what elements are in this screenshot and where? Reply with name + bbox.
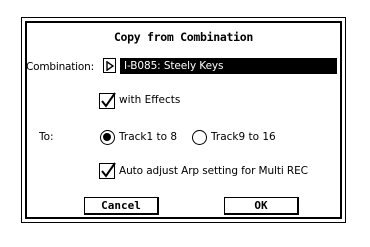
to-label: To: bbox=[39, 131, 54, 143]
radio-selected-dot bbox=[103, 133, 111, 141]
track1-to-8-radio[interactable] bbox=[100, 130, 115, 145]
dialog-title: Copy from Combination bbox=[113, 30, 254, 44]
auto-adjust-arp-checkbox[interactable] bbox=[99, 162, 116, 179]
with-effects-label[interactable]: with Effects bbox=[119, 94, 180, 106]
cancel-button[interactable]: Cancel bbox=[84, 197, 159, 215]
right-triangle-icon bbox=[106, 61, 114, 71]
combination-select-button[interactable] bbox=[103, 58, 116, 73]
dialog-frame bbox=[25, 21, 342, 219]
check-mark-icon bbox=[101, 162, 116, 178]
copy-from-combination-dialog: Copy from Combination Combination: I-B08… bbox=[21, 17, 346, 223]
combination-label: Combination: bbox=[26, 61, 94, 73]
check-mark-icon bbox=[101, 92, 116, 108]
track9-to-16-radio[interactable] bbox=[192, 130, 207, 145]
track9-to-16-label[interactable]: Track9 to 16 bbox=[211, 131, 276, 143]
ok-button[interactable]: OK bbox=[224, 197, 299, 215]
auto-adjust-arp-label[interactable]: Auto adjust Arp setting for Multi REC bbox=[119, 165, 308, 177]
track1-to-8-label[interactable]: Track1 to 8 bbox=[119, 131, 177, 143]
with-effects-checkbox[interactable] bbox=[99, 92, 116, 109]
combination-field[interactable]: I-B085: Steely Keys bbox=[120, 58, 337, 74]
